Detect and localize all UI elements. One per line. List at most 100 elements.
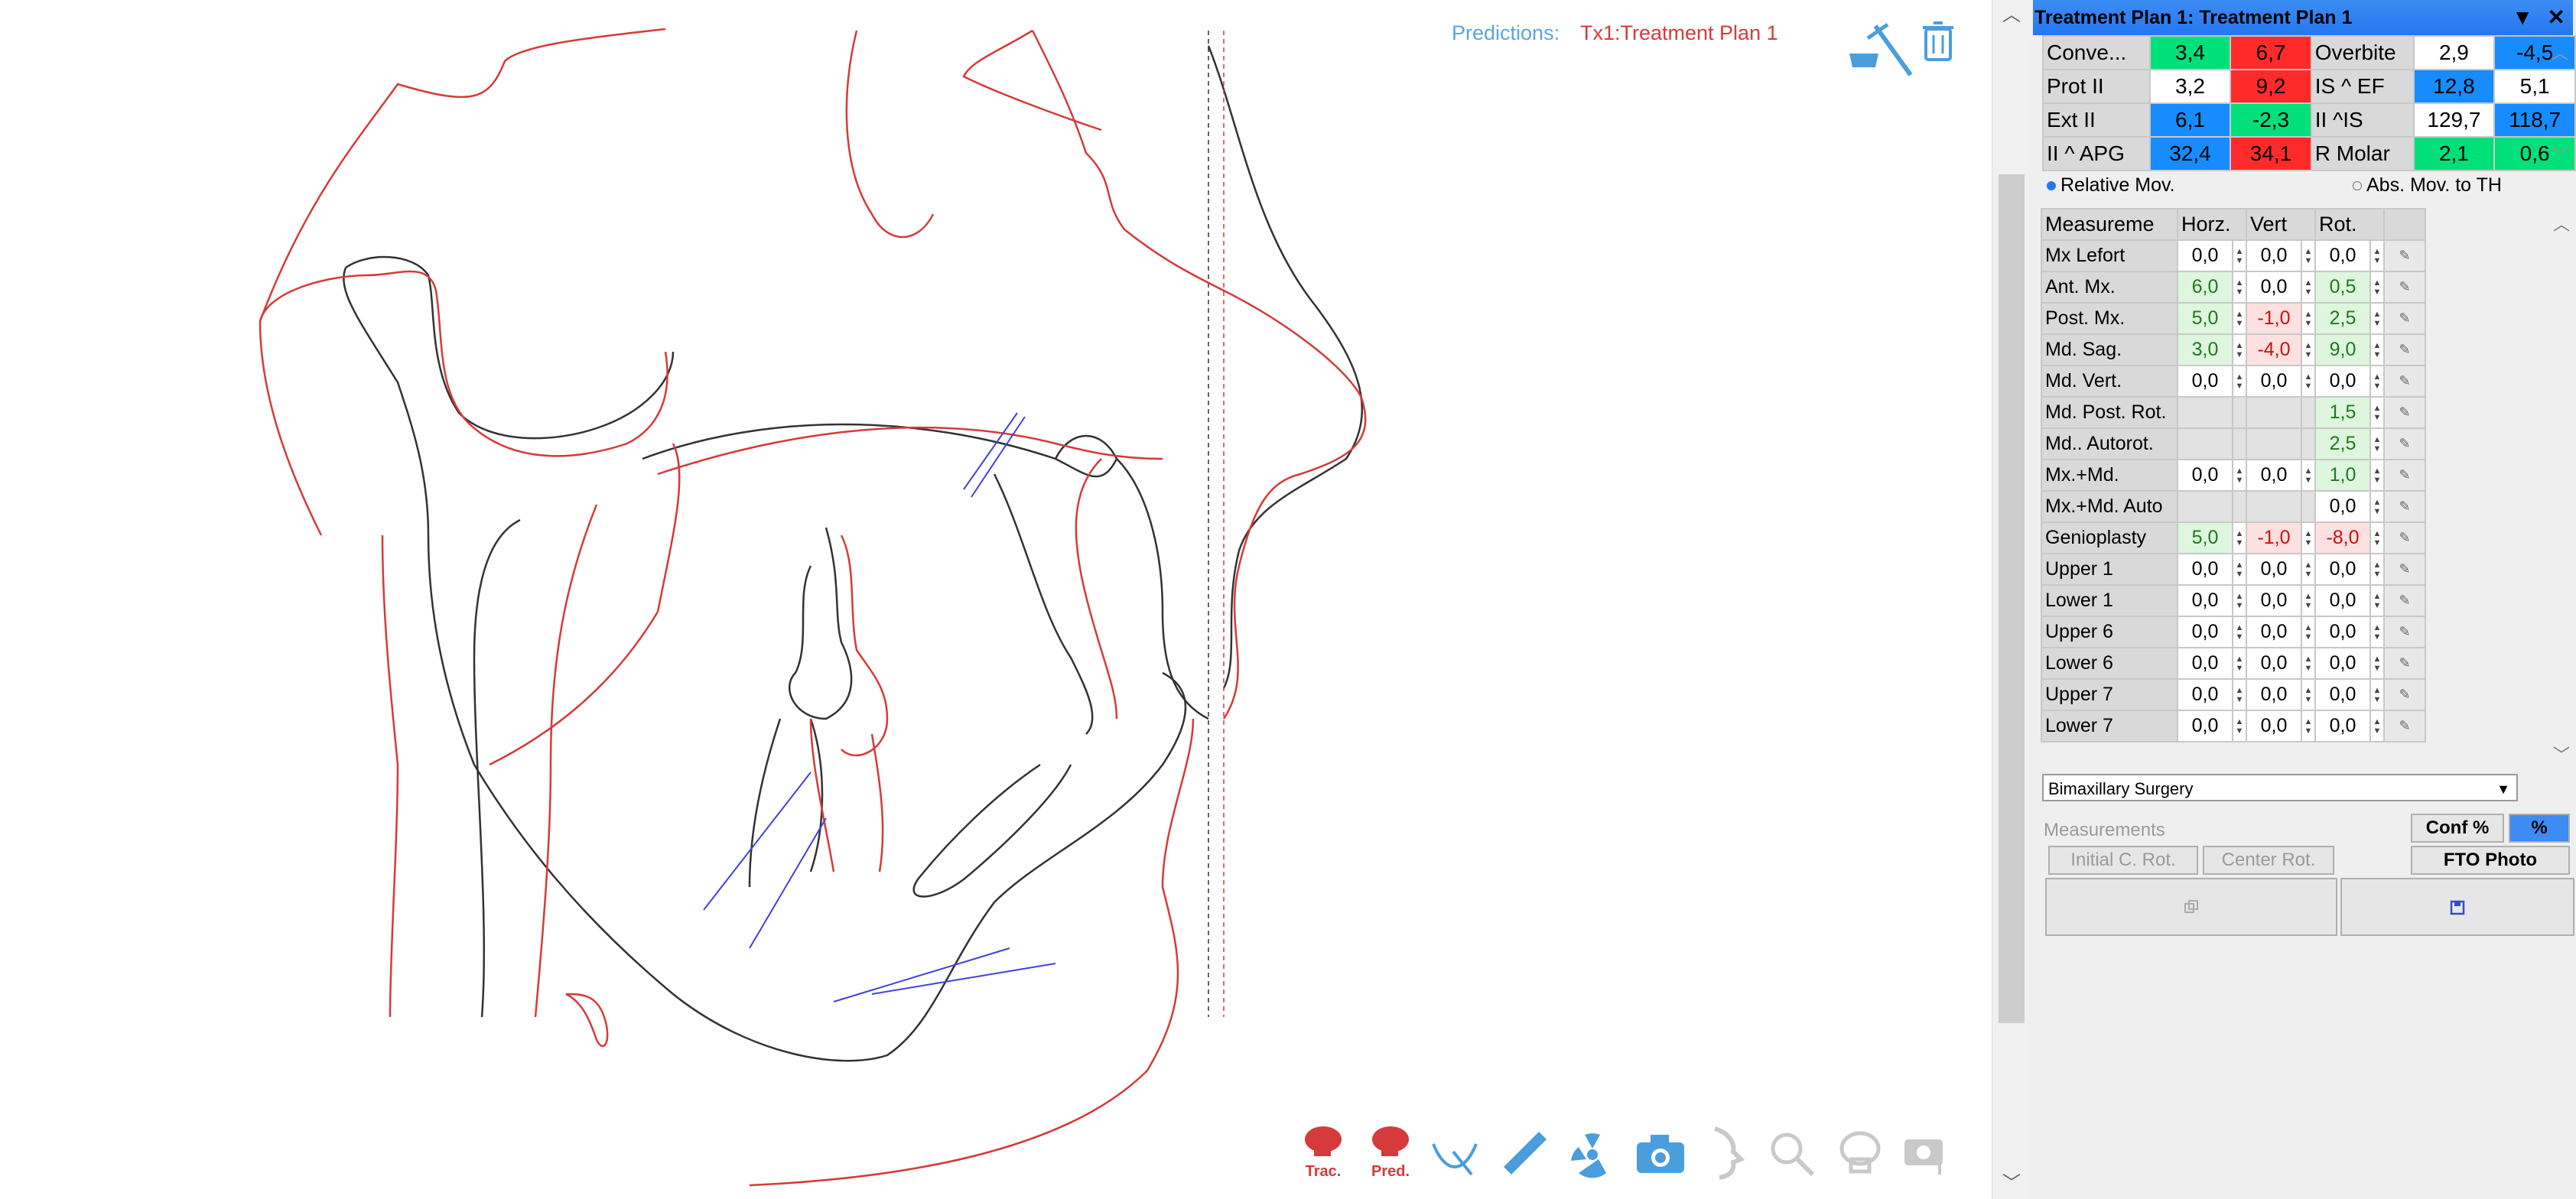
edit-pencil-icon[interactable]: ✎ bbox=[2383, 271, 2426, 304]
value-input-r[interactable]: 0,0 bbox=[2314, 239, 2371, 272]
spinner-arrows-icon[interactable]: ▲ ▼ bbox=[2369, 678, 2385, 711]
measure-tool-icon[interactable] bbox=[1845, 18, 1917, 80]
copy-button[interactable] bbox=[2045, 878, 2337, 936]
edit-pencil-icon[interactable]: ✎ bbox=[2383, 616, 2426, 648]
value-input-v[interactable]: 0,0 bbox=[2246, 239, 2302, 272]
spinner-arrows-icon[interactable]: ▲ ▼ bbox=[2232, 365, 2247, 398]
value-input-v[interactable]: 0,0 bbox=[2246, 710, 2302, 742]
spinner-arrows-icon[interactable]: ▲ ▼ bbox=[2301, 647, 2316, 680]
percent-button[interactable]: % bbox=[2509, 814, 2570, 843]
spinner-arrows-icon[interactable]: ▲ ▼ bbox=[2232, 553, 2247, 586]
value-input-r[interactable]: 0,0 bbox=[2314, 584, 2371, 617]
value-input-r[interactable]: 0,0 bbox=[2314, 616, 2371, 648]
spinner-arrows-icon[interactable]: ▲ ▼ bbox=[2301, 333, 2316, 366]
spinner-arrows-icon[interactable]: ▲ ▼ bbox=[2232, 302, 2247, 335]
value-input-h[interactable]: 0,0 bbox=[2177, 459, 2233, 492]
value-input-r[interactable]: 0,0 bbox=[2314, 647, 2371, 680]
curve-tool-icon[interactable] bbox=[1430, 1129, 1479, 1178]
conf-percent-button[interactable]: Conf % bbox=[2411, 814, 2504, 843]
spinner-arrows-icon[interactable]: ▲ ▼ bbox=[2301, 710, 2316, 742]
spinner-arrows-icon[interactable]: ▲ ▼ bbox=[2301, 616, 2316, 648]
value-input-h[interactable]: 5,0 bbox=[2177, 522, 2233, 554]
relative-mov-radio[interactable]: Relative Mov. bbox=[2047, 174, 2175, 197]
edit-pencil-icon[interactable]: ✎ bbox=[2383, 710, 2426, 742]
value-input-h[interactable]: 6,0 bbox=[2177, 271, 2233, 304]
value-input-r[interactable]: 2,5 bbox=[2314, 427, 2371, 460]
edit-pencil-icon[interactable]: ✎ bbox=[2383, 647, 2426, 680]
value-input-h[interactable]: 0,0 bbox=[2177, 647, 2233, 680]
value-input-v[interactable]: 0,0 bbox=[2246, 459, 2302, 492]
edit-pencil-icon[interactable]: ✎ bbox=[2383, 522, 2426, 554]
value-input-v[interactable]: -1,0 bbox=[2246, 522, 2302, 554]
spinner-arrows-icon[interactable]: ▲ ▼ bbox=[2369, 584, 2385, 617]
collapse-icon[interactable]: ▼ bbox=[2512, 0, 2533, 35]
ruler-icon[interactable] bbox=[1501, 1129, 1550, 1178]
value-input-v[interactable]: 0,0 bbox=[2246, 271, 2302, 304]
spinner-arrows-icon[interactable]: ▲ ▼ bbox=[2369, 365, 2385, 398]
spinner-arrows-icon[interactable]: ▲ ▼ bbox=[2369, 427, 2385, 460]
value-input-v[interactable]: 0,0 bbox=[2246, 365, 2302, 398]
spinner-arrows-icon[interactable]: ▲ ▼ bbox=[2369, 239, 2385, 272]
edit-pencil-icon[interactable]: ✎ bbox=[2383, 490, 2426, 523]
spinner-arrows-icon[interactable]: ▲ ▼ bbox=[2232, 678, 2247, 711]
xray-search-icon[interactable] bbox=[1767, 1129, 1816, 1178]
edit-pencil-icon[interactable]: ✎ bbox=[2383, 365, 2426, 398]
spinner-arrows-icon[interactable]: ▲ ▼ bbox=[2232, 616, 2247, 648]
value-input-r[interactable]: 1,0 bbox=[2314, 459, 2371, 492]
spinner-arrows-icon[interactable]: ▲ ▼ bbox=[2301, 553, 2316, 586]
save-button[interactable] bbox=[2340, 878, 2574, 936]
spinner-arrows-icon[interactable]: ▲ ▼ bbox=[2232, 333, 2247, 366]
spinner-arrows-icon[interactable]: ▲ ▼ bbox=[2301, 678, 2316, 711]
spinner-arrows-icon[interactable]: ▲ ▼ bbox=[2369, 459, 2385, 492]
edit-pencil-icon[interactable]: ✎ bbox=[2383, 239, 2426, 272]
value-input-v[interactable]: 0,0 bbox=[2246, 647, 2302, 680]
edit-pencil-icon[interactable]: ✎ bbox=[2383, 553, 2426, 586]
edit-pencil-icon[interactable]: ✎ bbox=[2383, 333, 2426, 366]
value-input-r[interactable]: 0,0 bbox=[2314, 365, 2371, 398]
movement-scroll-down-icon[interactable]: ﹀ bbox=[2553, 742, 2570, 766]
profile-icon[interactable] bbox=[1707, 1126, 1747, 1181]
value-input-r[interactable]: 9,0 bbox=[2314, 333, 2371, 366]
spinner-arrows-icon[interactable]: ▲ ▼ bbox=[2369, 616, 2385, 648]
center-rot-button[interactable]: Center Rot. bbox=[2203, 846, 2334, 875]
close-icon[interactable]: ✕ bbox=[2548, 0, 2565, 35]
spinner-arrows-icon[interactable]: ▲ ▼ bbox=[2369, 522, 2385, 554]
summary-scroll-down-icon[interactable]: ﹀ bbox=[2552, 142, 2568, 167]
spinner-arrows-icon[interactable]: ▲ ▼ bbox=[2301, 522, 2316, 554]
edit-pencil-icon[interactable]: ✎ bbox=[2383, 302, 2426, 335]
value-input-r[interactable]: 2,5 bbox=[2314, 302, 2371, 335]
spinner-arrows-icon[interactable]: ▲ ▼ bbox=[2301, 302, 2316, 335]
edit-pencil-icon[interactable]: ✎ bbox=[2383, 427, 2426, 460]
value-input-v[interactable]: 0,0 bbox=[2246, 553, 2302, 586]
value-input-h[interactable]: 5,0 bbox=[2177, 302, 2233, 335]
value-input-h[interactable]: 0,0 bbox=[2177, 678, 2233, 711]
edit-pencil-icon[interactable]: ✎ bbox=[2383, 459, 2426, 492]
spinner-arrows-icon[interactable]: ▲ ▼ bbox=[2369, 553, 2385, 586]
spinner-arrows-icon[interactable]: ▲ ▼ bbox=[2232, 522, 2247, 554]
canvas-vertical-scrollbar[interactable]: ︿ ﹀ bbox=[1992, 0, 2031, 1199]
spinner-arrows-icon[interactable]: ▲ ▼ bbox=[2232, 239, 2247, 272]
spinner-arrows-icon[interactable]: ▲ ▼ bbox=[2232, 647, 2247, 680]
spinner-arrows-icon[interactable]: ▲ ▼ bbox=[2232, 710, 2247, 742]
trash-icon[interactable] bbox=[1921, 18, 1955, 64]
spinner-arrows-icon[interactable]: ▲ ▼ bbox=[2232, 459, 2247, 492]
scrollbar-thumb[interactable] bbox=[1999, 174, 2025, 1023]
spinner-arrows-icon[interactable]: ▲ ▼ bbox=[2301, 239, 2316, 272]
value-input-r[interactable]: 0,0 bbox=[2314, 678, 2371, 711]
fto-photo-button[interactable]: FTO Photo bbox=[2411, 846, 2570, 875]
value-input-h[interactable]: 0,0 bbox=[2177, 365, 2233, 398]
spinner-arrows-icon[interactable]: ▲ ▼ bbox=[2301, 365, 2316, 398]
edit-pencil-icon[interactable]: ✎ bbox=[2383, 584, 2426, 617]
absolute-mov-radio[interactable]: Abs. Mov. to TH bbox=[2353, 174, 2502, 197]
value-input-h[interactable]: 3,0 bbox=[2177, 333, 2233, 366]
initial-c-rot-button[interactable]: Initial C. Rot. bbox=[2048, 846, 2198, 875]
camera-disabled-icon[interactable] bbox=[1903, 1130, 1953, 1176]
camera-icon[interactable] bbox=[1635, 1133, 1686, 1175]
value-input-v[interactable]: -1,0 bbox=[2246, 302, 2302, 335]
value-input-v[interactable]: -4,0 bbox=[2246, 333, 2302, 366]
spinner-arrows-icon[interactable]: ▲ ▼ bbox=[2301, 584, 2316, 617]
movement-scroll-up-icon[interactable]: ︿ bbox=[2553, 211, 2570, 236]
value-input-r[interactable]: -8,0 bbox=[2314, 522, 2371, 554]
cephalometric-canvas[interactable]: Predictions: Tx1:Treatment Plan 1 Trac. … bbox=[0, 0, 1992, 1199]
radiation-icon[interactable] bbox=[1565, 1126, 1620, 1181]
